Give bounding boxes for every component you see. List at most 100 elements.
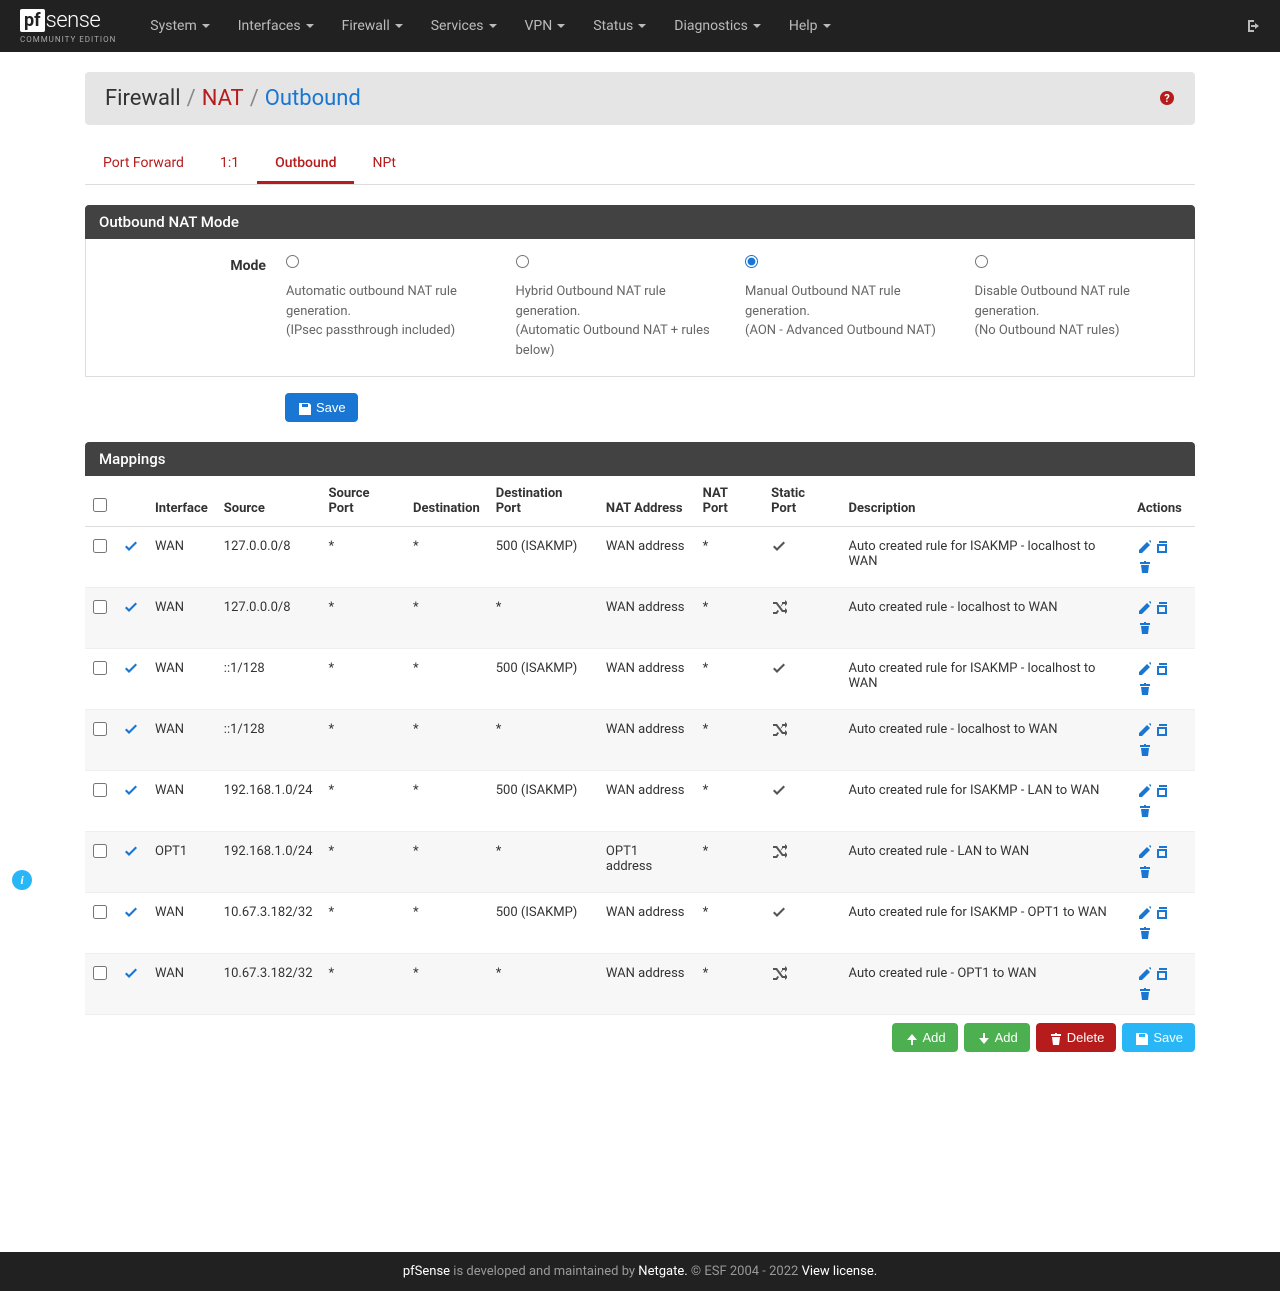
copy-button[interactable] bbox=[1155, 783, 1169, 799]
table-row[interactable]: WAN ::1/128 * * * WAN address * Auto cre… bbox=[85, 710, 1195, 771]
delete-row-button[interactable] bbox=[1137, 864, 1151, 880]
copy-button[interactable] bbox=[1155, 539, 1169, 555]
cell-source: 127.0.0.0/8 bbox=[216, 588, 321, 649]
cell-dport: * bbox=[488, 588, 598, 649]
enabled-check-icon[interactable] bbox=[123, 905, 139, 921]
edit-button[interactable] bbox=[1137, 722, 1151, 738]
logo-suffix: sense bbox=[46, 8, 101, 33]
edit-button[interactable] bbox=[1137, 905, 1151, 921]
edit-button[interactable] bbox=[1137, 600, 1151, 616]
mode-radio-3[interactable] bbox=[975, 255, 988, 268]
delete-row-button[interactable] bbox=[1137, 803, 1151, 819]
footer-license[interactable]: View license. bbox=[802, 1264, 878, 1279]
cell-dport: * bbox=[488, 710, 598, 771]
row-checkbox[interactable] bbox=[93, 783, 107, 797]
cell-dest: * bbox=[405, 710, 488, 771]
cell-static bbox=[763, 832, 840, 893]
cell-natport: * bbox=[695, 710, 763, 771]
delete-row-button[interactable] bbox=[1137, 986, 1151, 1002]
delete-row-button[interactable] bbox=[1137, 681, 1151, 697]
cell-interface: WAN bbox=[147, 710, 216, 771]
footer-pfsense[interactable]: pfSense bbox=[403, 1264, 450, 1279]
copy-button[interactable] bbox=[1155, 844, 1169, 860]
cell-source: 10.67.3.182/32 bbox=[216, 954, 321, 1015]
logo-prefix: pf bbox=[20, 9, 45, 32]
table-row[interactable]: WAN ::1/128 * * 500 (ISAKMP) WAN address… bbox=[85, 649, 1195, 710]
delete-row-button[interactable] bbox=[1137, 620, 1151, 636]
nav-item-interfaces[interactable]: Interfaces bbox=[224, 2, 328, 50]
table-row[interactable]: WAN 10.67.3.182/32 * * * WAN address * A… bbox=[85, 954, 1195, 1015]
edit-button[interactable] bbox=[1137, 661, 1151, 677]
delete-button[interactable]: Delete bbox=[1036, 1023, 1117, 1052]
logo[interactable]: pf sense COMMUNITY EDITION bbox=[20, 8, 116, 44]
select-all-checkbox[interactable] bbox=[93, 498, 107, 512]
cell-dest: * bbox=[405, 771, 488, 832]
nav-item-services[interactable]: Services bbox=[417, 2, 511, 50]
copy-button[interactable] bbox=[1155, 722, 1169, 738]
mode-radio-1[interactable] bbox=[516, 255, 529, 268]
enabled-check-icon[interactable] bbox=[123, 844, 139, 860]
row-checkbox[interactable] bbox=[93, 539, 107, 553]
nav-item-system[interactable]: System bbox=[136, 2, 223, 50]
edit-button[interactable] bbox=[1137, 966, 1151, 982]
row-checkbox[interactable] bbox=[93, 966, 107, 980]
breadcrumb-nat[interactable]: NAT bbox=[202, 86, 244, 111]
delete-row-button[interactable] bbox=[1137, 742, 1151, 758]
copy-button[interactable] bbox=[1155, 966, 1169, 982]
breadcrumb-outbound[interactable]: Outbound bbox=[265, 86, 361, 111]
cell-sport: * bbox=[321, 527, 406, 588]
enabled-check-icon[interactable] bbox=[123, 600, 139, 616]
help-icon[interactable] bbox=[1159, 88, 1175, 109]
trash-icon bbox=[1048, 1031, 1062, 1045]
enabled-check-icon[interactable] bbox=[123, 783, 139, 799]
table-row[interactable]: WAN 127.0.0.0/8 * * 500 (ISAKMP) WAN add… bbox=[85, 527, 1195, 588]
row-checkbox[interactable] bbox=[93, 844, 107, 858]
table-row[interactable]: OPT1 192.168.1.0/24 * * * OPT1 address *… bbox=[85, 832, 1195, 893]
enabled-check-icon[interactable] bbox=[123, 966, 139, 982]
trash-icon bbox=[1137, 559, 1151, 573]
tab-npt[interactable]: NPt bbox=[354, 145, 414, 184]
cell-source: 192.168.1.0/24 bbox=[216, 832, 321, 893]
delete-row-button[interactable] bbox=[1137, 925, 1151, 941]
copy-button[interactable] bbox=[1155, 905, 1169, 921]
table-row[interactable]: WAN 127.0.0.0/8 * * * WAN address * Auto… bbox=[85, 588, 1195, 649]
row-checkbox[interactable] bbox=[93, 600, 107, 614]
row-checkbox[interactable] bbox=[93, 722, 107, 736]
nav-item-status[interactable]: Status bbox=[579, 2, 660, 50]
nav-item-diagnostics[interactable]: Diagnostics bbox=[660, 2, 775, 50]
nav-item-vpn[interactable]: VPN bbox=[511, 2, 580, 50]
edit-button[interactable] bbox=[1137, 844, 1151, 860]
copy-icon bbox=[1155, 661, 1169, 675]
enabled-check-icon[interactable] bbox=[123, 661, 139, 677]
copy-button[interactable] bbox=[1155, 600, 1169, 616]
tab-11[interactable]: 1:1 bbox=[202, 145, 257, 184]
cell-natport: * bbox=[695, 771, 763, 832]
mode-radio-2[interactable] bbox=[745, 255, 758, 268]
info-floating-button[interactable]: i bbox=[12, 870, 32, 890]
tab-outbound[interactable]: Outbound bbox=[257, 145, 354, 184]
enabled-check-icon[interactable] bbox=[123, 722, 139, 738]
add-top-button[interactable]: Add bbox=[892, 1023, 958, 1052]
enabled-check-icon[interactable] bbox=[123, 539, 139, 555]
edit-button[interactable] bbox=[1137, 539, 1151, 555]
trash-icon bbox=[1137, 803, 1151, 817]
logout-button[interactable] bbox=[1244, 16, 1260, 37]
cell-dport: 500 (ISAKMP) bbox=[488, 893, 598, 954]
add-bottom-button[interactable]: Add bbox=[964, 1023, 1030, 1052]
nav-item-help[interactable]: Help bbox=[775, 2, 845, 50]
table-row[interactable]: WAN 10.67.3.182/32 * * 500 (ISAKMP) WAN … bbox=[85, 893, 1195, 954]
trash-icon bbox=[1137, 864, 1151, 878]
nav-item-firewall[interactable]: Firewall bbox=[328, 2, 417, 50]
footer-netgate[interactable]: Netgate. bbox=[638, 1264, 687, 1279]
row-checkbox[interactable] bbox=[93, 905, 107, 919]
tab-portforward[interactable]: Port Forward bbox=[85, 145, 202, 184]
delete-row-button[interactable] bbox=[1137, 559, 1151, 575]
edit-button[interactable] bbox=[1137, 783, 1151, 799]
save-order-button[interactable]: Save bbox=[1122, 1023, 1195, 1052]
row-checkbox[interactable] bbox=[93, 661, 107, 675]
breadcrumb-firewall[interactable]: Firewall bbox=[105, 86, 181, 111]
copy-button[interactable] bbox=[1155, 661, 1169, 677]
table-row[interactable]: WAN 192.168.1.0/24 * * 500 (ISAKMP) WAN … bbox=[85, 771, 1195, 832]
mode-radio-0[interactable] bbox=[286, 255, 299, 268]
save-button[interactable]: Save bbox=[285, 393, 358, 422]
